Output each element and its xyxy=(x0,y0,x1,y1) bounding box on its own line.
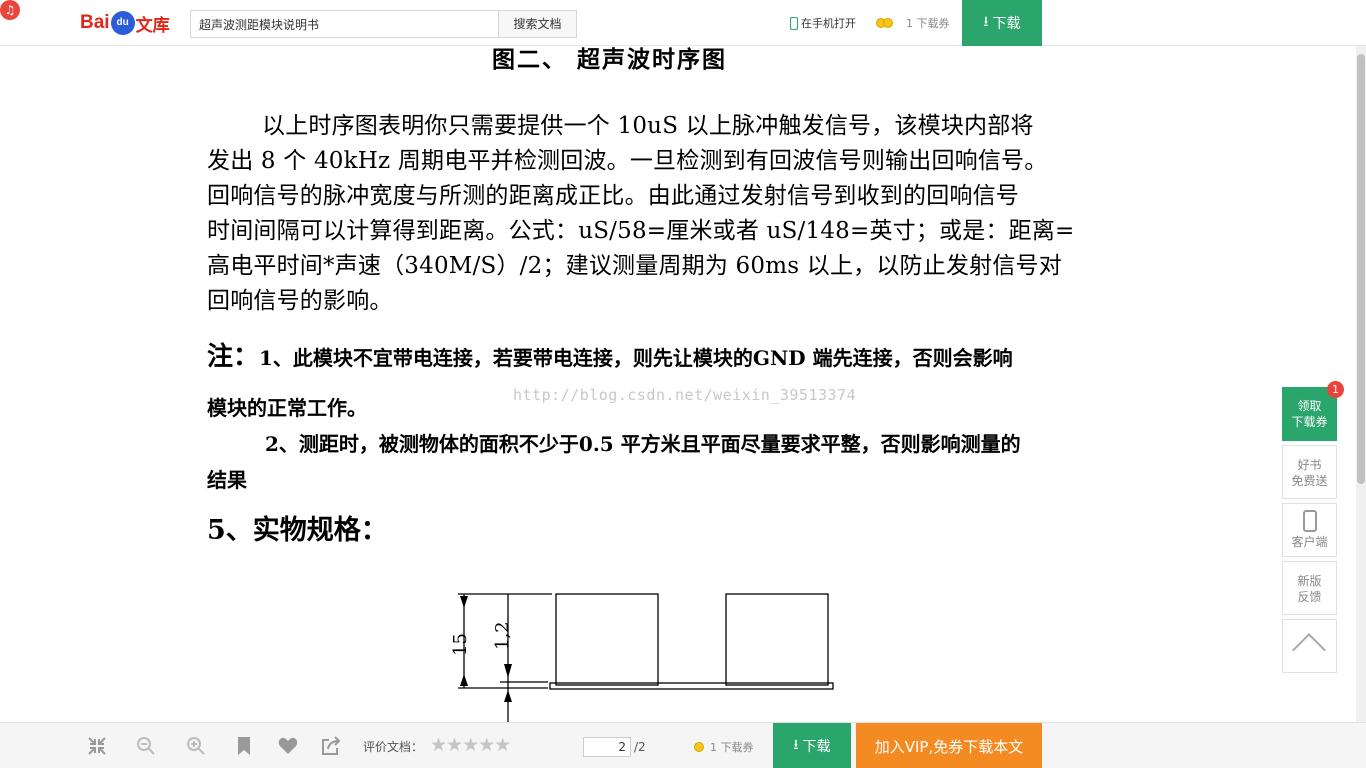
bottom-toolbar: 评价文档： ★★★★★ /2 1 下载券 ⭳ 下载 加入VIP,免券下载本文 xyxy=(0,722,1366,768)
note-1: 注：1、此模块不宜带电连接，若要带电连接，则先让模块的GND 端先连接，否则会影… xyxy=(207,336,1013,373)
paw-icon: du xyxy=(110,11,135,35)
coin-icon xyxy=(883,18,893,28)
download-icon: ⭳ xyxy=(793,737,799,753)
top-bar: ♫ Bai du 文库 搜索文档 在手机打开 1 下载券 ⭳ 下载 xyxy=(0,0,1366,46)
note-2-continued: 结果 xyxy=(207,468,247,492)
download-label: 下载 xyxy=(802,739,831,755)
back-to-top-button[interactable] xyxy=(1282,619,1337,673)
document-viewer[interactable]: 图二、 超声波时序图 以上时序图表明你只需要提供一个 10uS 以上脉冲触发信号… xyxy=(0,46,1356,722)
vertical-scrollbar[interactable] xyxy=(1356,46,1366,722)
client-app-label: 客户端 xyxy=(1291,535,1328,549)
heart-icon[interactable] xyxy=(277,735,299,757)
rating-stars[interactable]: ★★★★★ xyxy=(430,734,511,756)
baidu-wenku-logo[interactable]: Bai du 文库 xyxy=(80,8,170,38)
get-coupon-line1: 领取 xyxy=(1297,399,1322,413)
figure-title: 图二、 超声波时序图 xyxy=(492,46,728,73)
zoom-out-icon[interactable] xyxy=(135,735,157,757)
free-book-line2: 免费送 xyxy=(1291,474,1328,488)
transducer-right xyxy=(725,593,829,686)
module-dimension-drawing: 15 1,2 xyxy=(450,593,834,722)
coupon-badge: 1 xyxy=(1327,381,1344,398)
bookmark-icon[interactable] xyxy=(233,735,255,757)
paragraph-line: 以上时序图表明你只需要提供一个 10uS 以上脉冲触发信号，该模块内部将 xyxy=(262,113,1034,139)
client-app-button[interactable]: 客户端 xyxy=(1282,503,1337,557)
logo-bai: Bai xyxy=(80,12,110,33)
search-input[interactable] xyxy=(191,11,498,37)
download-label: 下载 xyxy=(992,16,1021,32)
rate-document-label: 评价文档： xyxy=(363,740,424,754)
coupon-count: 1 下载券 xyxy=(694,739,754,755)
scrollbar-thumb[interactable] xyxy=(1357,54,1365,484)
phone-icon xyxy=(1302,510,1317,532)
search-button[interactable]: 搜索文档 xyxy=(498,11,576,37)
watermark: http://blog.csdn.net/weixin_39513374 xyxy=(513,386,857,404)
dimension-label-15: 15 xyxy=(450,633,471,656)
note-1-text: 1、此模块不宜带电连接，若要带电连接，则先让模块的GND 端先连接，否则会影响 xyxy=(259,346,1013,370)
free-book-line1: 好书 xyxy=(1297,458,1322,472)
coupon-count-label: 1 下载券 xyxy=(906,17,950,30)
pcb-board xyxy=(549,682,834,690)
transducer-left xyxy=(555,593,659,686)
download-button[interactable]: ⭳ 下载 xyxy=(773,723,851,768)
join-vip-button[interactable]: 加入VIP,免券下载本文 xyxy=(856,723,1042,768)
note-prefix: 注： xyxy=(207,342,260,372)
section-title: 5、实物规格： xyxy=(207,515,388,546)
paragraph-line: 发出 8 个 40kHz 周期电平并检测回波。一旦检测到有回波信号则输出回响信号… xyxy=(207,148,1048,174)
note-2: 2、测距时，被测物体的面积不少于0.5 平方米且平面尽量要求平整，否则影响测量的 xyxy=(265,432,1021,456)
exit-fullscreen-icon[interactable] xyxy=(86,735,108,757)
paragraph-line: 回响信号的脉冲宽度与所测的距离成正比。由此通过发射信号到收到的回响信号 xyxy=(207,183,1019,209)
coin-icon xyxy=(694,742,704,752)
feedback-button[interactable]: 新版 反馈 xyxy=(1282,561,1337,615)
open-on-mobile-link[interactable]: 在手机打开 xyxy=(790,15,856,31)
search-box: 搜索文档 xyxy=(190,10,577,38)
chevron-up-icon xyxy=(1292,633,1326,667)
share-icon[interactable] xyxy=(320,735,342,757)
page-number-input[interactable] xyxy=(583,737,631,757)
coupon-count-label: 1 下载券 xyxy=(710,741,754,754)
page-total: /2 xyxy=(634,740,646,754)
paragraph-line: 回响信号的影响。 xyxy=(207,288,393,314)
phone-icon xyxy=(790,16,798,30)
zoom-in-icon[interactable] xyxy=(185,735,207,757)
paragraph-line: 时间间隔可以计算得到距离。公式：uS/58=厘米或者 uS/148=英寸；或是：… xyxy=(207,218,1075,244)
dimension-label-12: 1,2 xyxy=(492,621,513,650)
free-book-button[interactable]: 好书 免费送 xyxy=(1282,445,1337,499)
feedback-line2: 反馈 xyxy=(1297,590,1322,604)
paragraph-line: 高电平时间*声速（340M/S）/2；建议测量周期为 60ms 以上，以防止发射… xyxy=(207,253,1062,279)
note-1-continued: 模块的正常工作。 xyxy=(207,396,367,420)
netease-music-icon[interactable]: ♫ xyxy=(0,0,20,20)
download-icon: ⭳ xyxy=(983,14,989,30)
open-on-mobile-label: 在手机打开 xyxy=(801,17,856,30)
coupon-count: 1 下载券 xyxy=(876,15,950,31)
get-coupon-button[interactable]: 1 领取 下载券 xyxy=(1282,381,1344,441)
get-coupon-line2: 下载券 xyxy=(1291,415,1328,429)
download-button[interactable]: ⭳ 下载 xyxy=(962,0,1042,46)
feedback-line1: 新版 xyxy=(1297,574,1322,588)
logo-wenku: 文库 xyxy=(135,15,170,35)
